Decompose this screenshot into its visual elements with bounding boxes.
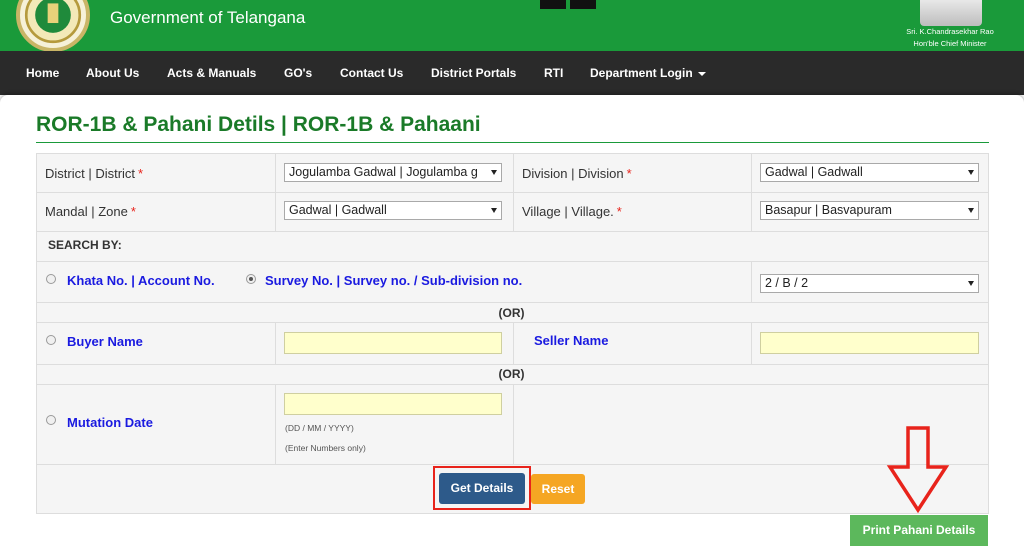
required-mark: * xyxy=(626,166,632,181)
seller-name-input[interactable] xyxy=(760,332,979,354)
seller-label: Seller Name xyxy=(534,333,609,348)
district-label: District | District * xyxy=(45,166,143,181)
get-details-button[interactable]: Get Details xyxy=(439,473,525,504)
main-navbar: Home About Us Acts & Manuals GO's Contac… xyxy=(0,51,1024,95)
mutation-radio[interactable] xyxy=(46,415,56,425)
village-label-text: Village | Village. xyxy=(522,204,614,219)
khata-label[interactable]: Khata No. | Account No. xyxy=(67,273,215,288)
row-divider xyxy=(37,364,988,365)
division-label: Division | Division * xyxy=(522,166,632,181)
nav-rti[interactable]: RTI xyxy=(544,66,563,80)
font-size-increase-button[interactable] xyxy=(570,0,596,9)
or-separator: (OR) xyxy=(498,306,525,320)
col-divider xyxy=(513,384,514,464)
nav-department-login-label: Department Login xyxy=(590,66,693,80)
chief-minister-photo xyxy=(920,0,982,26)
page-title: ROR-1B & Pahani Detils | ROR-1B & Pahaan… xyxy=(36,113,481,136)
col-divider xyxy=(751,261,752,302)
chief-minister-name: Sri. K.Chandrasekhar Rao xyxy=(906,27,994,36)
search-by-label: SEARCH BY: xyxy=(48,238,122,252)
print-pahani-button[interactable]: Print Pahani Details xyxy=(850,515,988,546)
site-header: Government of Telangana Sri. K.Chandrase… xyxy=(0,0,1024,52)
chief-minister-title: Hon'ble Chief Minister xyxy=(913,39,987,48)
village-select[interactable]: Basapur | Basvapuram xyxy=(760,201,979,220)
or-separator: (OR) xyxy=(498,367,525,381)
division-select[interactable]: Gadwal | Gadwall xyxy=(760,163,979,182)
survey-number-select[interactable]: 2 / B / 2 xyxy=(760,274,979,293)
down-arrow-annotation-icon xyxy=(886,426,950,513)
dropdown-arrow-icon xyxy=(491,208,497,213)
mandal-select-value: Gadwal | Gadwall xyxy=(289,203,387,217)
font-size-decrease-button[interactable] xyxy=(540,0,566,9)
survey-number-value: 2 / B / 2 xyxy=(765,276,809,290)
nav-department-login[interactable]: Department Login xyxy=(590,66,706,80)
col-divider xyxy=(751,322,752,364)
col-divider xyxy=(275,322,276,364)
required-mark: * xyxy=(130,204,136,219)
col-divider xyxy=(513,322,514,364)
dropdown-arrow-icon xyxy=(968,208,974,213)
nav-home[interactable]: Home xyxy=(26,66,59,80)
nav-gos[interactable]: GO's xyxy=(284,66,312,80)
col-divider xyxy=(513,154,514,231)
required-mark: * xyxy=(138,166,144,181)
government-title: Government of Telangana xyxy=(110,8,306,27)
date-format-hint: (DD / MM / YYYY) xyxy=(285,423,354,433)
dropdown-arrow-icon xyxy=(491,170,497,175)
division-label-text: Division | Division xyxy=(522,166,624,181)
nav-district-portals[interactable]: District Portals xyxy=(431,66,516,80)
district-label-text: District | District xyxy=(45,166,136,181)
title-divider xyxy=(36,142,989,143)
col-divider xyxy=(275,384,276,464)
district-select[interactable]: Jogulamba Gadwal | Jogulamba g xyxy=(284,163,502,182)
caret-down-icon xyxy=(697,71,706,76)
survey-label[interactable]: Survey No. | Survey no. / Sub-division n… xyxy=(265,273,522,288)
buyer-label[interactable]: Buyer Name xyxy=(67,334,143,349)
mutation-date-input[interactable] xyxy=(284,393,502,415)
col-divider xyxy=(751,154,752,231)
buyer-name-input[interactable] xyxy=(284,332,502,354)
reset-button[interactable]: Reset xyxy=(531,474,585,504)
row-divider xyxy=(37,261,988,262)
required-mark: * xyxy=(616,204,622,219)
nav-acts-manuals[interactable]: Acts & Manuals xyxy=(167,66,256,80)
numbers-only-hint: (Enter Numbers only) xyxy=(285,443,366,453)
mandal-select[interactable]: Gadwal | Gadwall xyxy=(284,201,502,220)
division-select-value: Gadwal | Gadwall xyxy=(765,165,863,179)
district-select-value: Jogulamba Gadwal | Jogulamba g xyxy=(289,165,478,179)
dropdown-arrow-icon xyxy=(968,281,974,286)
row-divider xyxy=(37,302,988,303)
nav-about-us[interactable]: About Us xyxy=(86,66,139,80)
mandal-label-text: Mandal | Zone xyxy=(45,204,128,219)
khata-radio[interactable] xyxy=(46,274,56,284)
dropdown-arrow-icon xyxy=(968,170,974,175)
row-divider xyxy=(37,464,988,465)
nav-contact-us[interactable]: Contact Us xyxy=(340,66,403,80)
village-select-value: Basapur | Basvapuram xyxy=(765,203,892,217)
mutation-date-label[interactable]: Mutation Date xyxy=(67,415,153,430)
telangana-emblem-icon[interactable] xyxy=(16,0,90,52)
survey-radio[interactable] xyxy=(246,274,256,284)
row-divider xyxy=(37,231,988,232)
buyer-radio[interactable] xyxy=(46,335,56,345)
village-label: Village | Village. * xyxy=(522,204,622,219)
mandal-label: Mandal | Zone * xyxy=(45,204,136,219)
col-divider xyxy=(275,154,276,231)
